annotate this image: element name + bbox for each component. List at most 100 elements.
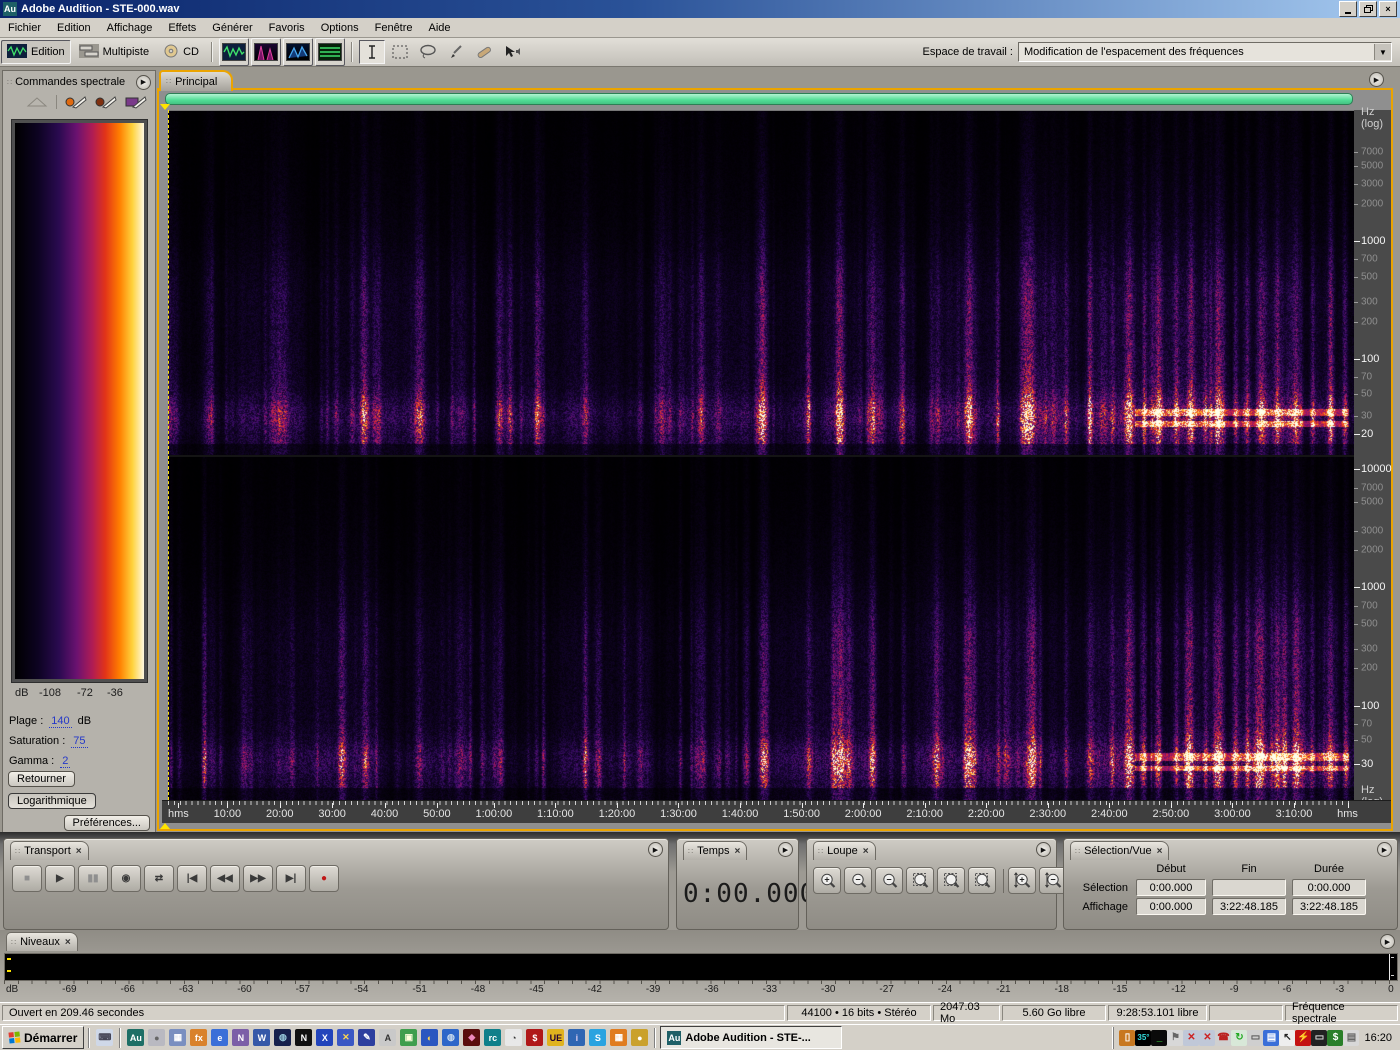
tray-icon[interactable]: ✕ — [1199, 1029, 1216, 1046]
tray-icon[interactable]: ↖ — [1279, 1029, 1296, 1046]
tray-icon[interactable]: ⚑ — [1167, 1029, 1184, 1046]
quicklaunch-icon[interactable]: W — [253, 1029, 271, 1046]
selection-flyout-arrow[interactable]: ▶ — [1377, 842, 1392, 857]
quicklaunch-icon[interactable]: $ — [526, 1029, 544, 1046]
menu-générer[interactable]: Générer — [204, 20, 260, 36]
transport-go-to-end-button[interactable]: ▶| — [276, 865, 306, 892]
quicklaunch-icon[interactable]: UE — [547, 1029, 565, 1046]
panel-flyout-arrow[interactable]: ▶ — [136, 74, 151, 90]
mode-multipiste-button[interactable]: Multipiste — [73, 40, 155, 64]
spectral-colormap-gradient[interactable] — [15, 123, 144, 679]
tray-icon[interactable]: ▤ — [1263, 1029, 1280, 1046]
selection-tab[interactable]: ∷ Sélection/Vue × — [1070, 841, 1170, 860]
quicklaunch-icon[interactable]: ◍ — [442, 1029, 460, 1046]
heal-tool[interactable] — [471, 40, 497, 64]
quicklaunch-icon[interactable]: S — [589, 1029, 607, 1046]
minimize-button[interactable] — [1339, 1, 1357, 17]
zoom-in-horizontal-button[interactable]: + — [813, 867, 841, 894]
quicklaunch-icon[interactable]: ▦ — [610, 1029, 628, 1046]
tray-icon[interactable]: _ — [1151, 1029, 1168, 1046]
temps-tab[interactable]: ∷ Temps × — [683, 841, 748, 860]
quicklaunch-icon[interactable]: e — [211, 1029, 229, 1046]
transport-tab[interactable]: ∷ Transport × — [10, 841, 89, 860]
menu-fenêtre[interactable]: Fenêtre — [367, 20, 421, 36]
tray-icon[interactable]: ✕ — [1183, 1029, 1200, 1046]
keyboard-layout-icon[interactable]: ⌨ — [96, 1029, 114, 1046]
transport-fast-forward-button[interactable]: ▶▶ — [243, 865, 273, 892]
view-range-bar[interactable] — [165, 93, 1353, 105]
gradient-pen-icon-1[interactable] — [65, 95, 87, 109]
menu-favoris[interactable]: Favoris — [261, 20, 313, 36]
transport-play-from-cursor-button[interactable]: ◉ — [111, 865, 141, 892]
transport-play-button[interactable]: ▶ — [45, 865, 75, 892]
menu-options[interactable]: Options — [313, 20, 367, 36]
gradient-swatch-icon[interactable] — [125, 95, 147, 109]
sel-field[interactable]: 3:22:48.185 — [1292, 898, 1366, 915]
tray-icon[interactable]: $ — [1327, 1029, 1344, 1046]
task-button-audition[interactable]: Au Adobe Audition - STE-... — [660, 1026, 843, 1049]
start-button[interactable]: Démarrer — [2, 1026, 85, 1049]
transport-go-to-start-button[interactable]: |◀ — [177, 865, 207, 892]
lasso-tool[interactable] — [415, 40, 441, 64]
menu-aide[interactable]: Aide — [421, 20, 459, 36]
playhead-line[interactable] — [168, 110, 169, 800]
sel-field[interactable]: 0:00.000 — [1136, 879, 1206, 896]
mode-edition-button[interactable]: Edition — [1, 40, 71, 64]
loupe-tab[interactable]: ∷ Loupe × — [813, 841, 876, 860]
transport-flyout-arrow[interactable]: ▶ — [648, 842, 663, 857]
quicklaunch-icon[interactable]: i — [568, 1029, 586, 1046]
spectrogram-channel-left[interactable] — [168, 110, 1354, 456]
spectrogram-channel-right[interactable] — [168, 457, 1354, 800]
sel-field[interactable]: 3:22:48.185 — [1212, 898, 1286, 915]
menu-affichage[interactable]: Affichage — [99, 20, 161, 36]
tray-icon[interactable]: 35° — [1135, 1029, 1152, 1046]
level-meter[interactable] — [4, 953, 1398, 981]
zoom-in-selection-right-button[interactable] — [968, 867, 996, 894]
quicklaunch-icon[interactable]: ● — [631, 1029, 649, 1046]
transport-loop-button[interactable]: ⇄ — [144, 865, 174, 892]
quicklaunch-icon[interactable]: ◍ — [274, 1029, 292, 1046]
quicklaunch-icon[interactable]: ◔ — [505, 1029, 523, 1046]
zoom-out-horizontal-button[interactable]: − — [844, 867, 872, 894]
tray-icon[interactable]: ▭ — [1247, 1029, 1264, 1046]
temps-close-icon[interactable]: × — [735, 846, 741, 857]
quicklaunch-icon[interactable]: A — [379, 1029, 397, 1046]
temps-flyout-arrow[interactable]: ▶ — [778, 842, 793, 857]
tab-principal[interactable]: ∷ Principal — [159, 70, 234, 91]
waveform-view-button[interactable] — [219, 38, 249, 66]
restore-button[interactable] — [1359, 1, 1377, 17]
brush-tool[interactable] — [443, 40, 469, 64]
selection-close-icon[interactable]: × — [1157, 846, 1163, 857]
zoom-to-selection-button[interactable] — [906, 867, 934, 894]
loupe-close-icon[interactable]: × — [863, 846, 869, 857]
quicklaunch-icon[interactable]: N — [295, 1029, 313, 1046]
quicklaunch-icon[interactable]: ✕ — [337, 1029, 355, 1046]
preferences-button[interactable]: Préférences... — [63, 815, 150, 831]
quicklaunch-icon[interactable]: ▦ — [169, 1029, 187, 1046]
logarithmique-button[interactable]: Logarithmique — [8, 793, 96, 809]
field-value[interactable]: 75 — [71, 735, 88, 748]
quicklaunch-icon[interactable]: ● — [148, 1029, 166, 1046]
spectral-pan-view-button[interactable] — [283, 38, 313, 66]
field-value[interactable]: 2 — [60, 755, 71, 768]
playhead-marker-bottom[interactable] — [160, 823, 170, 829]
quicklaunch-icon[interactable]: fx — [190, 1029, 208, 1046]
sel-field[interactable] — [1212, 879, 1286, 896]
quicklaunch-icon[interactable]: ✎ — [358, 1029, 376, 1046]
niveaux-tab[interactable]: ∷ Niveaux × — [6, 932, 78, 951]
zoom-in-selection-left-button[interactable] — [937, 867, 965, 894]
close-button[interactable]: × — [1379, 1, 1397, 17]
menu-effets[interactable]: Effets — [160, 20, 204, 36]
mode-cd-button[interactable]: CD — [157, 40, 205, 64]
loupe-flyout-arrow[interactable]: ▶ — [1036, 842, 1051, 857]
quicklaunch-icon[interactable]: ▣ — [400, 1029, 418, 1046]
tray-icon[interactable]: ⚡ — [1295, 1029, 1312, 1046]
menu-fichier[interactable]: Fichier — [0, 20, 49, 36]
tray-icon[interactable]: ▤ — [1343, 1029, 1360, 1046]
niveaux-close-icon[interactable]: × — [65, 937, 71, 948]
quicklaunch-icon[interactable]: N — [232, 1029, 250, 1046]
time-selection-tool[interactable] — [359, 40, 385, 64]
transport-pause-button[interactable]: ▮▮ — [78, 865, 108, 892]
tray-icon[interactable]: ▯ — [1119, 1029, 1136, 1046]
tray-icon[interactable]: ☎ — [1215, 1029, 1232, 1046]
